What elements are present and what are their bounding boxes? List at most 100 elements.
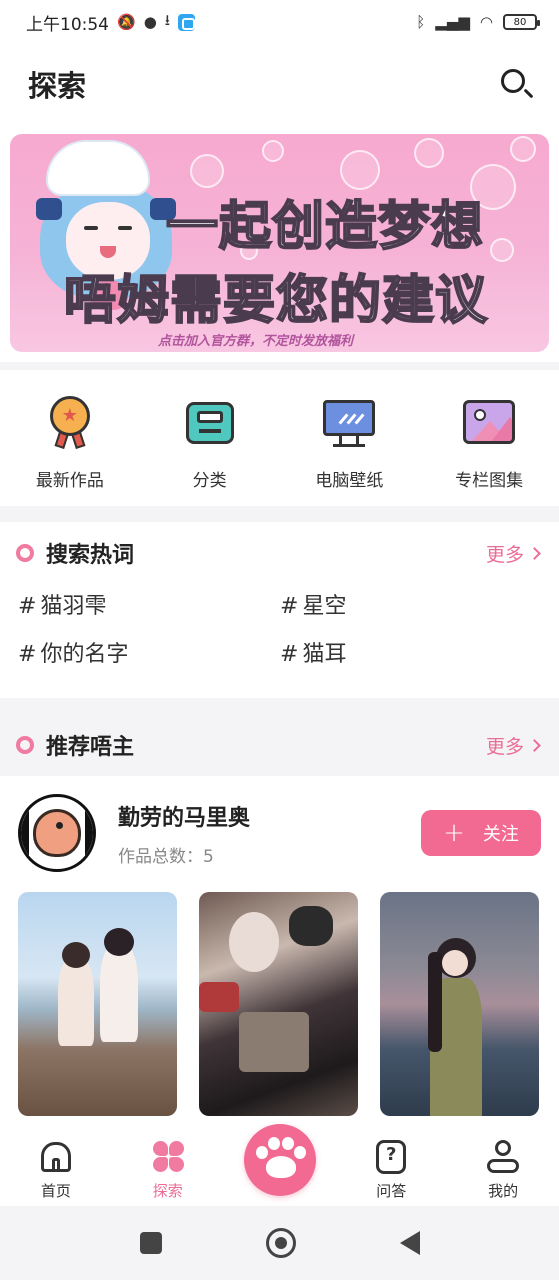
search-button[interactable] (499, 67, 533, 101)
tab-home[interactable]: 首页 (0, 1130, 112, 1206)
more-label: 更多 (485, 735, 524, 758)
figure-shape (229, 912, 279, 972)
quick-nav-latest-works[interactable]: ★ 最新作品 (0, 370, 140, 506)
section-header: 搜索热词 更多 (0, 522, 559, 584)
quick-nav-column-albums[interactable]: 专栏图集 (419, 370, 559, 506)
banner-container: 一起创造梦想 唔姆需要您的建议 点击加入官方群，不定时发放福利 (0, 124, 559, 362)
banner-caption: 点击加入官方群，不定时发放福利 (158, 334, 354, 349)
hash-symbol: # (280, 642, 299, 667)
recommend-section-header-wrap: 推荐唔主 更多 (0, 714, 559, 776)
mute-icon: 🔕 (117, 13, 136, 31)
follow-button[interactable]: + 关注 (421, 810, 541, 856)
hot-search-text: 星空 (302, 594, 347, 619)
tray-icon (182, 394, 238, 450)
avatar[interactable] (18, 794, 96, 872)
quick-nav-desktop-wallpaper[interactable]: 电脑壁纸 (280, 370, 420, 506)
quick-nav-label: 最新作品 (35, 471, 104, 491)
hot-search-item[interactable]: # 猫羽雫 (18, 588, 280, 619)
back-icon[interactable] (399, 1231, 420, 1255)
more-label: 更多 (485, 543, 524, 566)
follow-label: 关注 (482, 824, 519, 845)
tab-explore[interactable]: 探索 (112, 1130, 224, 1206)
home-icon (38, 1140, 74, 1174)
page-header: 探索 (0, 44, 559, 124)
hot-search-item[interactable]: # 猫耳 (280, 636, 542, 667)
hot-search-text: 猫耳 (302, 642, 347, 667)
work-thumbnail[interactable] (18, 892, 177, 1116)
hash-symbol: # (18, 594, 37, 619)
figure-shape (58, 956, 94, 1046)
wifi-icon: ◠ (479, 13, 493, 31)
battery-level: 80 (513, 16, 527, 28)
tab-label: 我的 (488, 1182, 519, 1200)
hot-search-section: 搜索热词 更多 # 猫羽雫 # 星空 # 你的名字 # 猫耳 (0, 522, 559, 698)
section-header: 推荐唔主 更多 (0, 714, 559, 776)
bluetooth-icon: ᛒ (416, 13, 426, 31)
hot-search-list: # 猫羽雫 # 星空 # 你的名字 # 猫耳 (0, 584, 559, 680)
figure-shape (442, 950, 468, 976)
hot-search-text: 猫羽雫 (40, 594, 107, 619)
hash-symbol: # (18, 642, 37, 667)
bubble-decoration (510, 136, 536, 162)
figure-shape (289, 906, 333, 946)
work-thumbnail[interactable] (199, 892, 358, 1116)
search-icon (501, 69, 525, 93)
figure-shape (239, 1012, 309, 1072)
center-action-button[interactable] (244, 1124, 316, 1196)
medal-icon: ★ (42, 394, 98, 450)
bubble-decoration (190, 154, 224, 188)
work-thumbnails (0, 874, 559, 1116)
uploader-row: 勤劳的马里奥 作品总数：5 + 关注 (0, 776, 559, 874)
paw-icon (244, 1124, 316, 1196)
recent-apps-icon[interactable] (139, 1232, 162, 1254)
figure-shape (100, 942, 138, 1042)
uploader-name[interactable]: 勤劳的马里奥 (118, 800, 250, 832)
plus-icon: + (443, 818, 465, 848)
quick-nav-label: 专栏图集 (455, 471, 524, 491)
status-bar: 上午10:54 🔕 ● ⭳ ᛒ ▂▄▆ ◠ 80 (0, 0, 559, 44)
hot-search-item[interactable]: # 星空 (280, 588, 542, 619)
work-thumbnail[interactable] (380, 892, 539, 1116)
tab-qa[interactable]: ? 问答 (335, 1130, 447, 1206)
tab-me[interactable]: 我的 (447, 1130, 559, 1206)
bubble-decoration (490, 238, 514, 262)
hot-search-text: 你的名字 (40, 642, 129, 667)
figure-shape (199, 982, 239, 1012)
section-title: 搜索热词 (46, 543, 135, 568)
system-nav-bar (0, 1206, 559, 1280)
chat-icon: ● (143, 13, 157, 31)
chevron-right-icon (528, 546, 541, 560)
more-link[interactable]: 更多 (485, 732, 541, 759)
hot-search-item[interactable]: # 你的名字 (18, 636, 280, 667)
signal-icon: ▂▄▆ (435, 13, 470, 31)
figure-shape (62, 942, 90, 968)
work-count: 作品总数：5 (118, 846, 214, 867)
quick-nav-label: 分类 (192, 471, 227, 491)
uploader-info: 勤劳的马里奥 作品总数：5 (118, 800, 250, 867)
app-icon (178, 13, 196, 31)
more-link[interactable]: 更多 (485, 540, 541, 567)
quick-nav: ★ 最新作品 分类 电脑壁纸 专栏图集 (0, 370, 559, 506)
chevron-right-icon (528, 738, 541, 752)
section-title: 推荐唔主 (46, 735, 135, 760)
tab-label: 问答 (376, 1182, 407, 1200)
home-button-icon[interactable] (265, 1228, 296, 1258)
question-icon: ? (373, 1140, 409, 1174)
quick-nav-categories[interactable]: 分类 (140, 370, 280, 506)
figure-shape (104, 928, 134, 956)
promo-banner[interactable]: 一起创造梦想 唔姆需要您的建议 点击加入官方群，不定时发放福利 (10, 134, 549, 352)
monitor-icon (321, 394, 377, 450)
quick-nav-label: 电脑壁纸 (315, 471, 384, 491)
picture-icon (461, 394, 517, 450)
banner-headline: 一起创造梦想 (165, 196, 485, 258)
explore-icon (150, 1140, 186, 1174)
circle-icon (16, 544, 34, 562)
battery-icon: 80 (503, 14, 540, 30)
page-title: 探索 (28, 69, 87, 103)
uploader-card: 勤劳的马里奥 作品总数：5 + 关注 (0, 776, 559, 1130)
circle-icon (16, 736, 34, 754)
banner-subheadline: 唔姆需要您的建议 (63, 270, 489, 332)
figure-shape (428, 952, 442, 1052)
hash-symbol: # (280, 594, 299, 619)
download-icon: ⭳ (164, 10, 171, 29)
